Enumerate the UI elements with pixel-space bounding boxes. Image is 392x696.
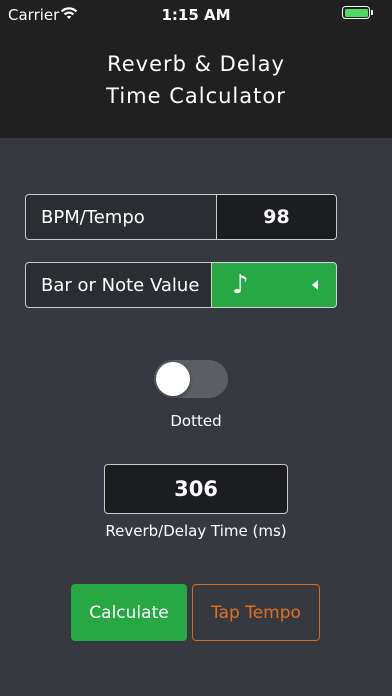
note-value-label: Bar or Note Value bbox=[25, 262, 213, 308]
dotted-label: Dotted bbox=[170, 412, 222, 430]
battery-icon bbox=[342, 6, 370, 19]
note-value-selector[interactable]: ♪ bbox=[211, 262, 337, 308]
page-title: Reverb & Delay Time Calculator bbox=[0, 48, 392, 112]
battery-cap bbox=[371, 10, 373, 15]
tap-tempo-button[interactable]: Tap Tempo bbox=[192, 584, 320, 641]
status-time: 1:15 AM bbox=[161, 6, 231, 24]
eighth-note-icon: ♪ bbox=[232, 270, 249, 300]
bpm-label: BPM/Tempo bbox=[25, 194, 217, 240]
result-display: 306 bbox=[104, 464, 288, 514]
calculate-button[interactable]: Calculate bbox=[71, 584, 187, 641]
battery-level bbox=[344, 8, 368, 17]
header: Carrier 1:15 AM Reverb & Delay Time Calc… bbox=[0, 0, 392, 138]
bpm-label-text: BPM/Tempo bbox=[41, 206, 145, 228]
bpm-value: 98 bbox=[263, 206, 290, 228]
title-line-1: Reverb & Delay bbox=[107, 52, 285, 76]
dotted-toggle[interactable] bbox=[154, 360, 228, 398]
caret-left-icon bbox=[312, 280, 318, 290]
bpm-input[interactable]: 98 bbox=[216, 194, 337, 240]
toggle-knob bbox=[156, 362, 190, 396]
status-bar: Carrier 1:15 AM bbox=[0, 0, 392, 28]
result-label: Reverb/Delay Time (ms) bbox=[105, 522, 287, 540]
result-value: 306 bbox=[174, 477, 218, 501]
note-value-label-text: Bar or Note Value bbox=[41, 274, 200, 296]
title-line-2: Time Calculator bbox=[106, 84, 286, 108]
